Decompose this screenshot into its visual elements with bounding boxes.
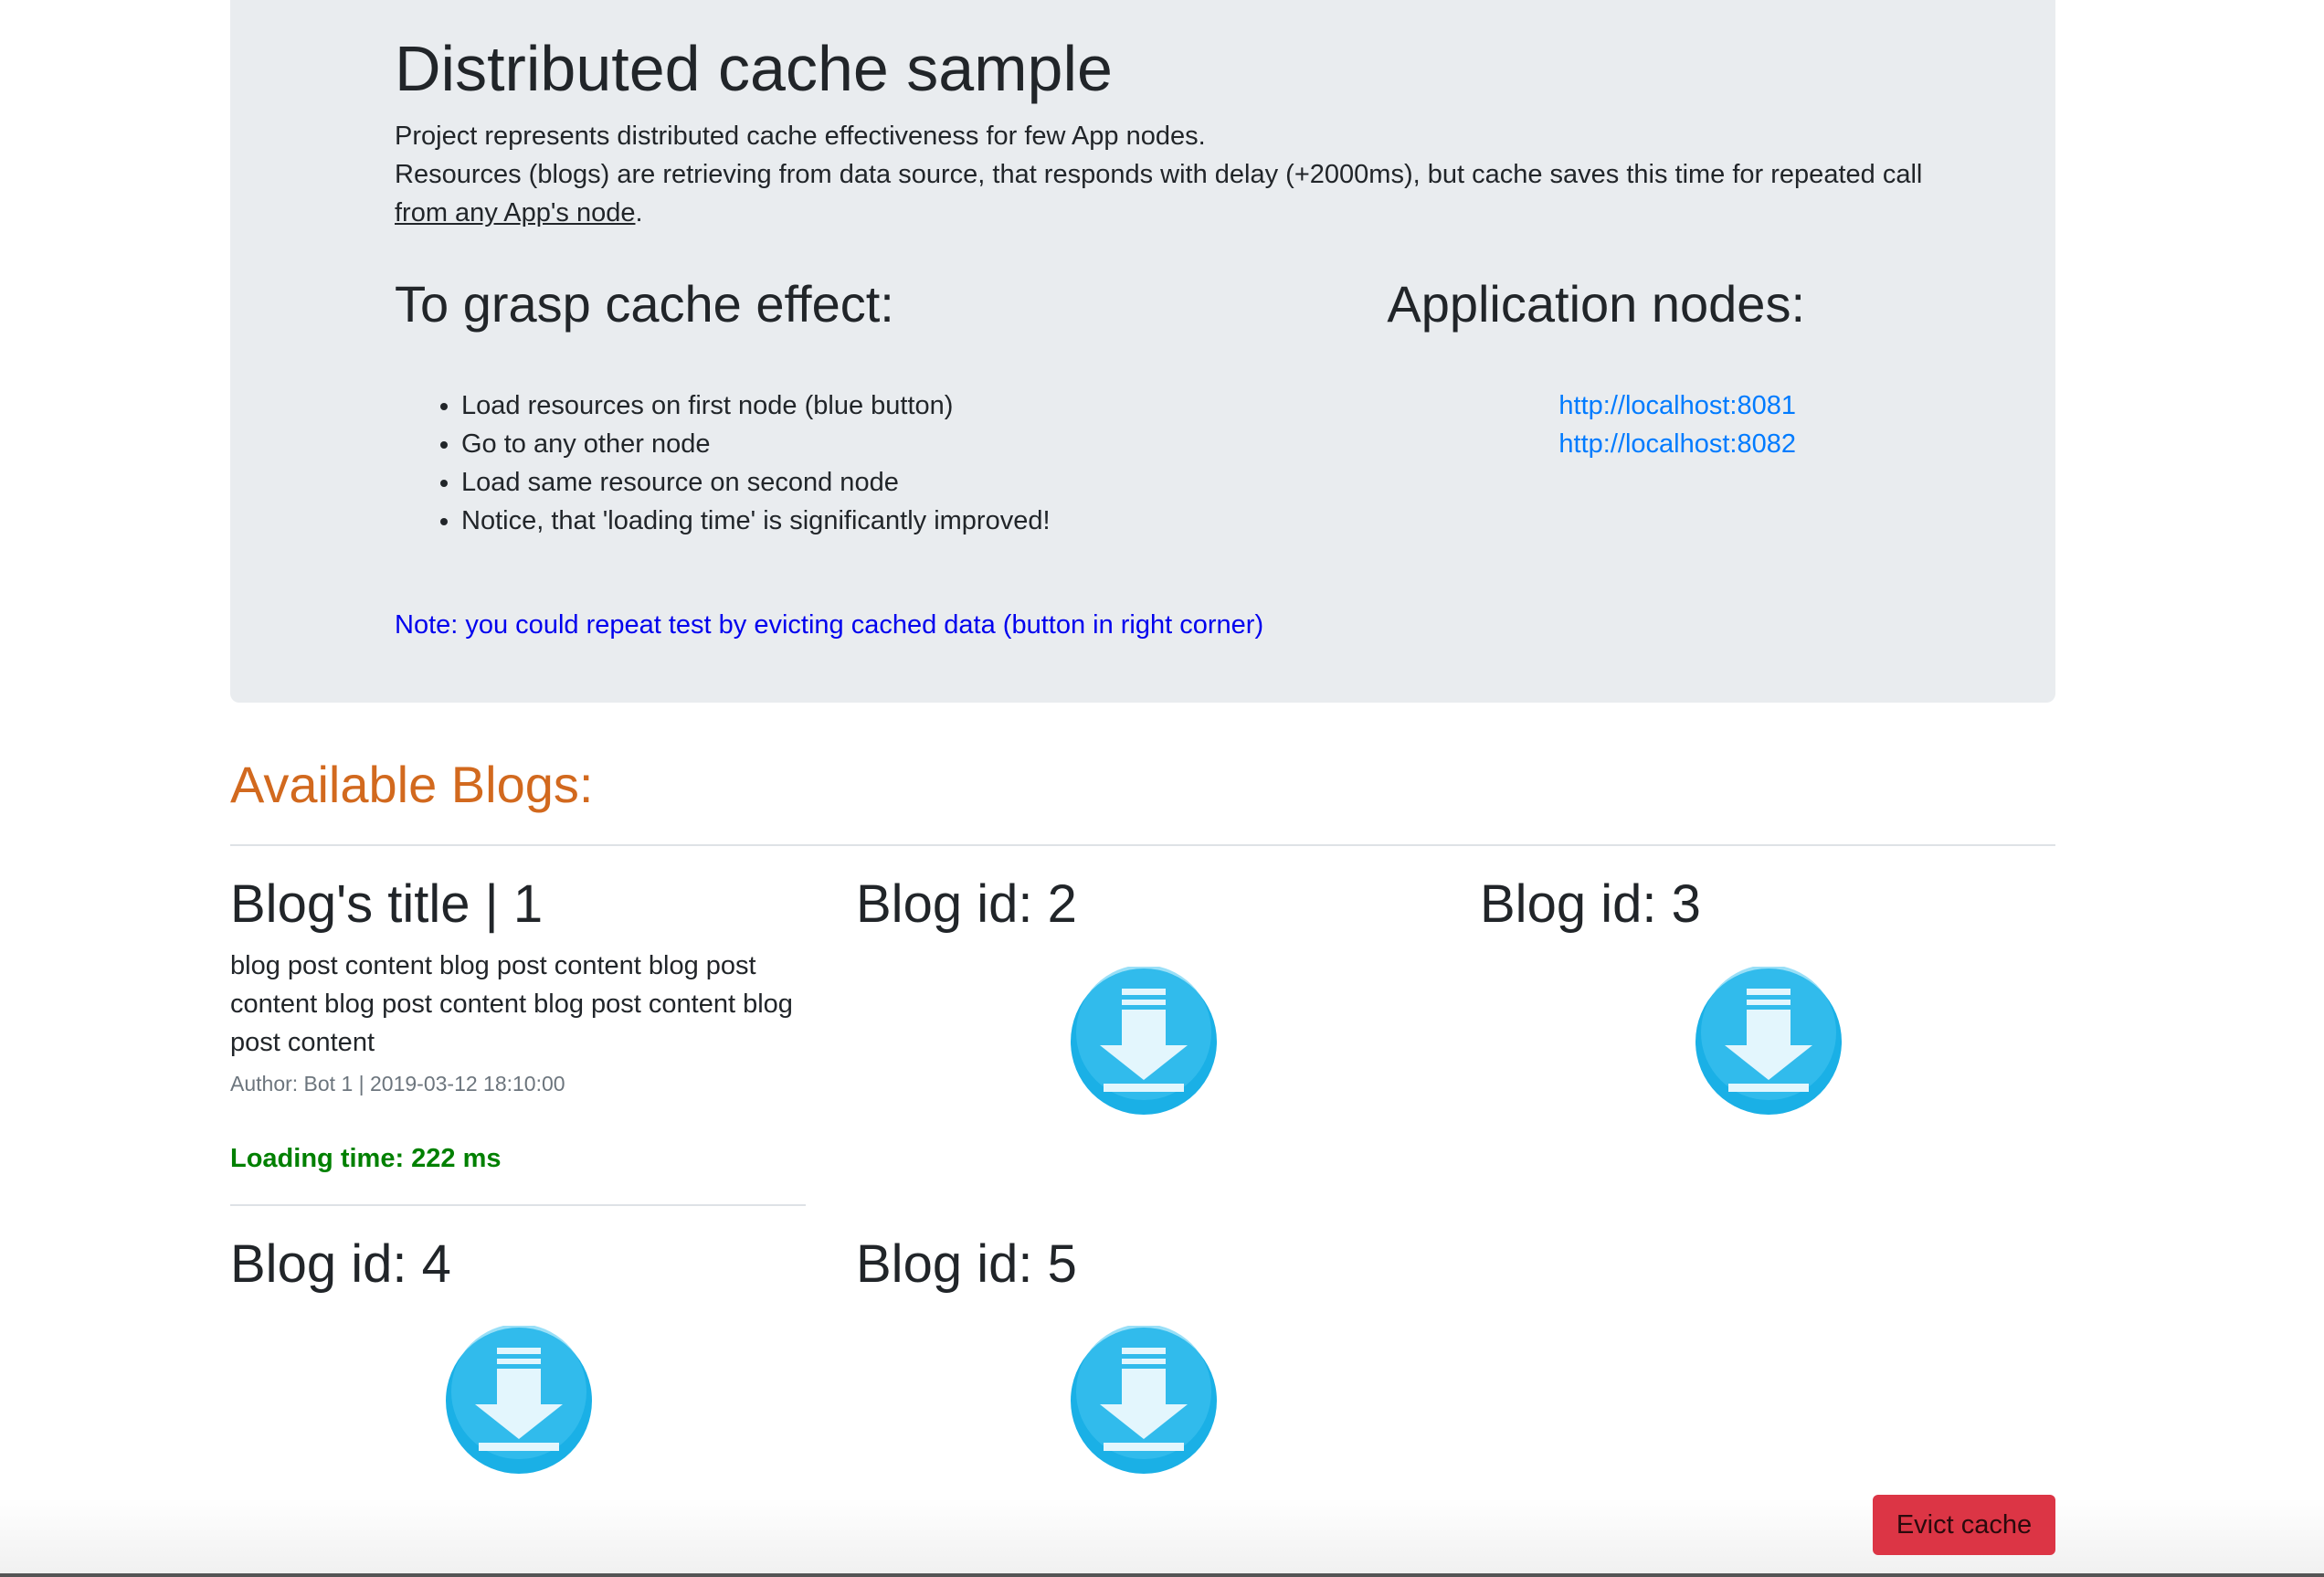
- blogs-heading: Available Blogs:: [230, 756, 594, 813]
- blog-1-content: blog post content blog post content blog…: [230, 951, 793, 1057]
- evict-note: Note: you could repeat test by evicting …: [395, 610, 1264, 640]
- download-icon: [1695, 967, 1842, 1115]
- blog-5-title: Blog id: 5: [856, 1234, 1077, 1294]
- step-item: Load same resource on second node: [461, 463, 1051, 502]
- blog-3-title: Blog id: 3: [1480, 874, 1701, 934]
- load-blog-5-button[interactable]: [1069, 1326, 1219, 1476]
- blog-1-title: Blog's title | 1: [230, 874, 544, 934]
- blog-1-meta: Author: Bot 1 | 2019-03-12 18:10:00: [230, 1072, 565, 1095]
- load-blog-2-button[interactable]: [1069, 967, 1219, 1117]
- bottom-edge: [0, 1573, 2324, 1577]
- blog-1-loading-time: Loading time: 222 ms: [230, 1144, 502, 1173]
- steps-list: Load resources on first node (blue butto…: [395, 386, 1051, 540]
- load-blog-3-button[interactable]: [1694, 967, 1843, 1117]
- step-item: Go to any other node: [461, 425, 1051, 463]
- download-icon: [1071, 967, 1217, 1115]
- download-icon: [446, 1326, 592, 1474]
- node-links: http://localhost:8081 http://localhost:8…: [1370, 386, 1796, 463]
- page-title: Distributed cache sample: [395, 33, 1113, 104]
- step-item: Notice, that 'loading time' is significa…: [461, 502, 1051, 540]
- description-line-1: Project represents distributed cache eff…: [395, 122, 1206, 151]
- blog-1-divider: [230, 1204, 806, 1206]
- steps-heading: To grasp cache effect:: [395, 275, 894, 333]
- load-blog-4-button[interactable]: [444, 1326, 594, 1476]
- description-period: .: [635, 198, 643, 228]
- evict-cache-button[interactable]: Evict cache: [1873, 1495, 2055, 1555]
- description-line-2: Resources (blogs) are retrieving from da…: [395, 160, 1923, 189]
- blogs-divider: [230, 844, 2055, 846]
- nodes-heading: Application nodes:: [1387, 275, 1805, 333]
- download-icon: [1071, 1326, 1217, 1474]
- blog-2-title: Blog id: 2: [856, 874, 1077, 934]
- node-link-8082[interactable]: http://localhost:8082: [1370, 425, 1796, 463]
- project-description: Project represents distributed cache eff…: [395, 117, 1948, 232]
- step-item: Load resources on first node (blue butto…: [461, 386, 1051, 425]
- any-node-link[interactable]: from any App's node: [395, 198, 635, 228]
- page: Distributed cache sample Project represe…: [0, 0, 2324, 1577]
- blog-4-title: Blog id: 4: [230, 1234, 451, 1294]
- node-link-8081[interactable]: http://localhost:8081: [1370, 386, 1796, 425]
